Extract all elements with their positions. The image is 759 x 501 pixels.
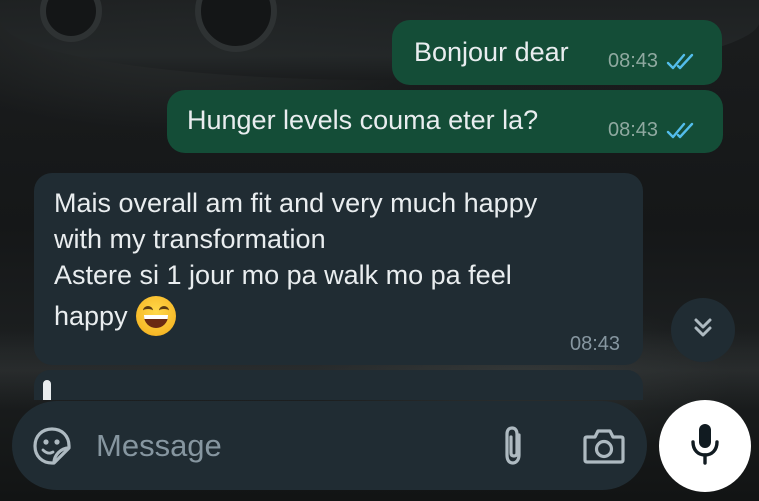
scroll-to-bottom-button[interactable] [671,298,735,362]
message-input[interactable]: Message [96,428,222,464]
message-text: Bonjour dear [414,37,569,67]
message-time: 08:43 [608,50,659,72]
microphone-icon [688,422,722,471]
incoming-message-bubble[interactable]: Mais overall am fit and very much happy … [34,173,643,365]
voice-message-button[interactable] [659,400,751,492]
message-content-fragment [43,380,51,400]
read-ticks-icon [666,121,700,141]
sticker-icon[interactable] [32,426,72,471]
outgoing-message-bubble[interactable]: Bonjour dear 08:43 [392,20,722,85]
message-line: happy [54,301,128,331]
double-chevron-down-icon [689,314,717,347]
message-meta: 08:43 [608,119,700,142]
message-text: Mais overall am fit and very much happy … [54,185,537,339]
camera-icon[interactable] [582,426,626,471]
message-time: 08:43 [570,333,621,355]
incoming-message-bubble-partial[interactable] [34,370,643,400]
message-meta: 08:43 [570,333,620,356]
read-ticks-icon [666,52,700,72]
outgoing-message-bubble[interactable]: Hunger levels couma eter la? 08:43 [167,90,723,153]
message-time: 08:43 [608,119,659,141]
message-line: with my transformation [54,224,326,254]
message-line: Mais overall am fit and very much happy [54,188,538,218]
paperclip-icon[interactable] [497,425,531,472]
message-composer[interactable]: Message [12,401,647,490]
message-meta: 08:43 [608,50,700,73]
message-line-with-emoji: happy [54,293,537,339]
message-line: Astere si 1 jour mo pa walk mo pa feel [54,260,512,290]
grinning-squinting-face-emoji-icon [135,296,176,336]
message-text: Hunger levels couma eter la? [187,105,539,135]
